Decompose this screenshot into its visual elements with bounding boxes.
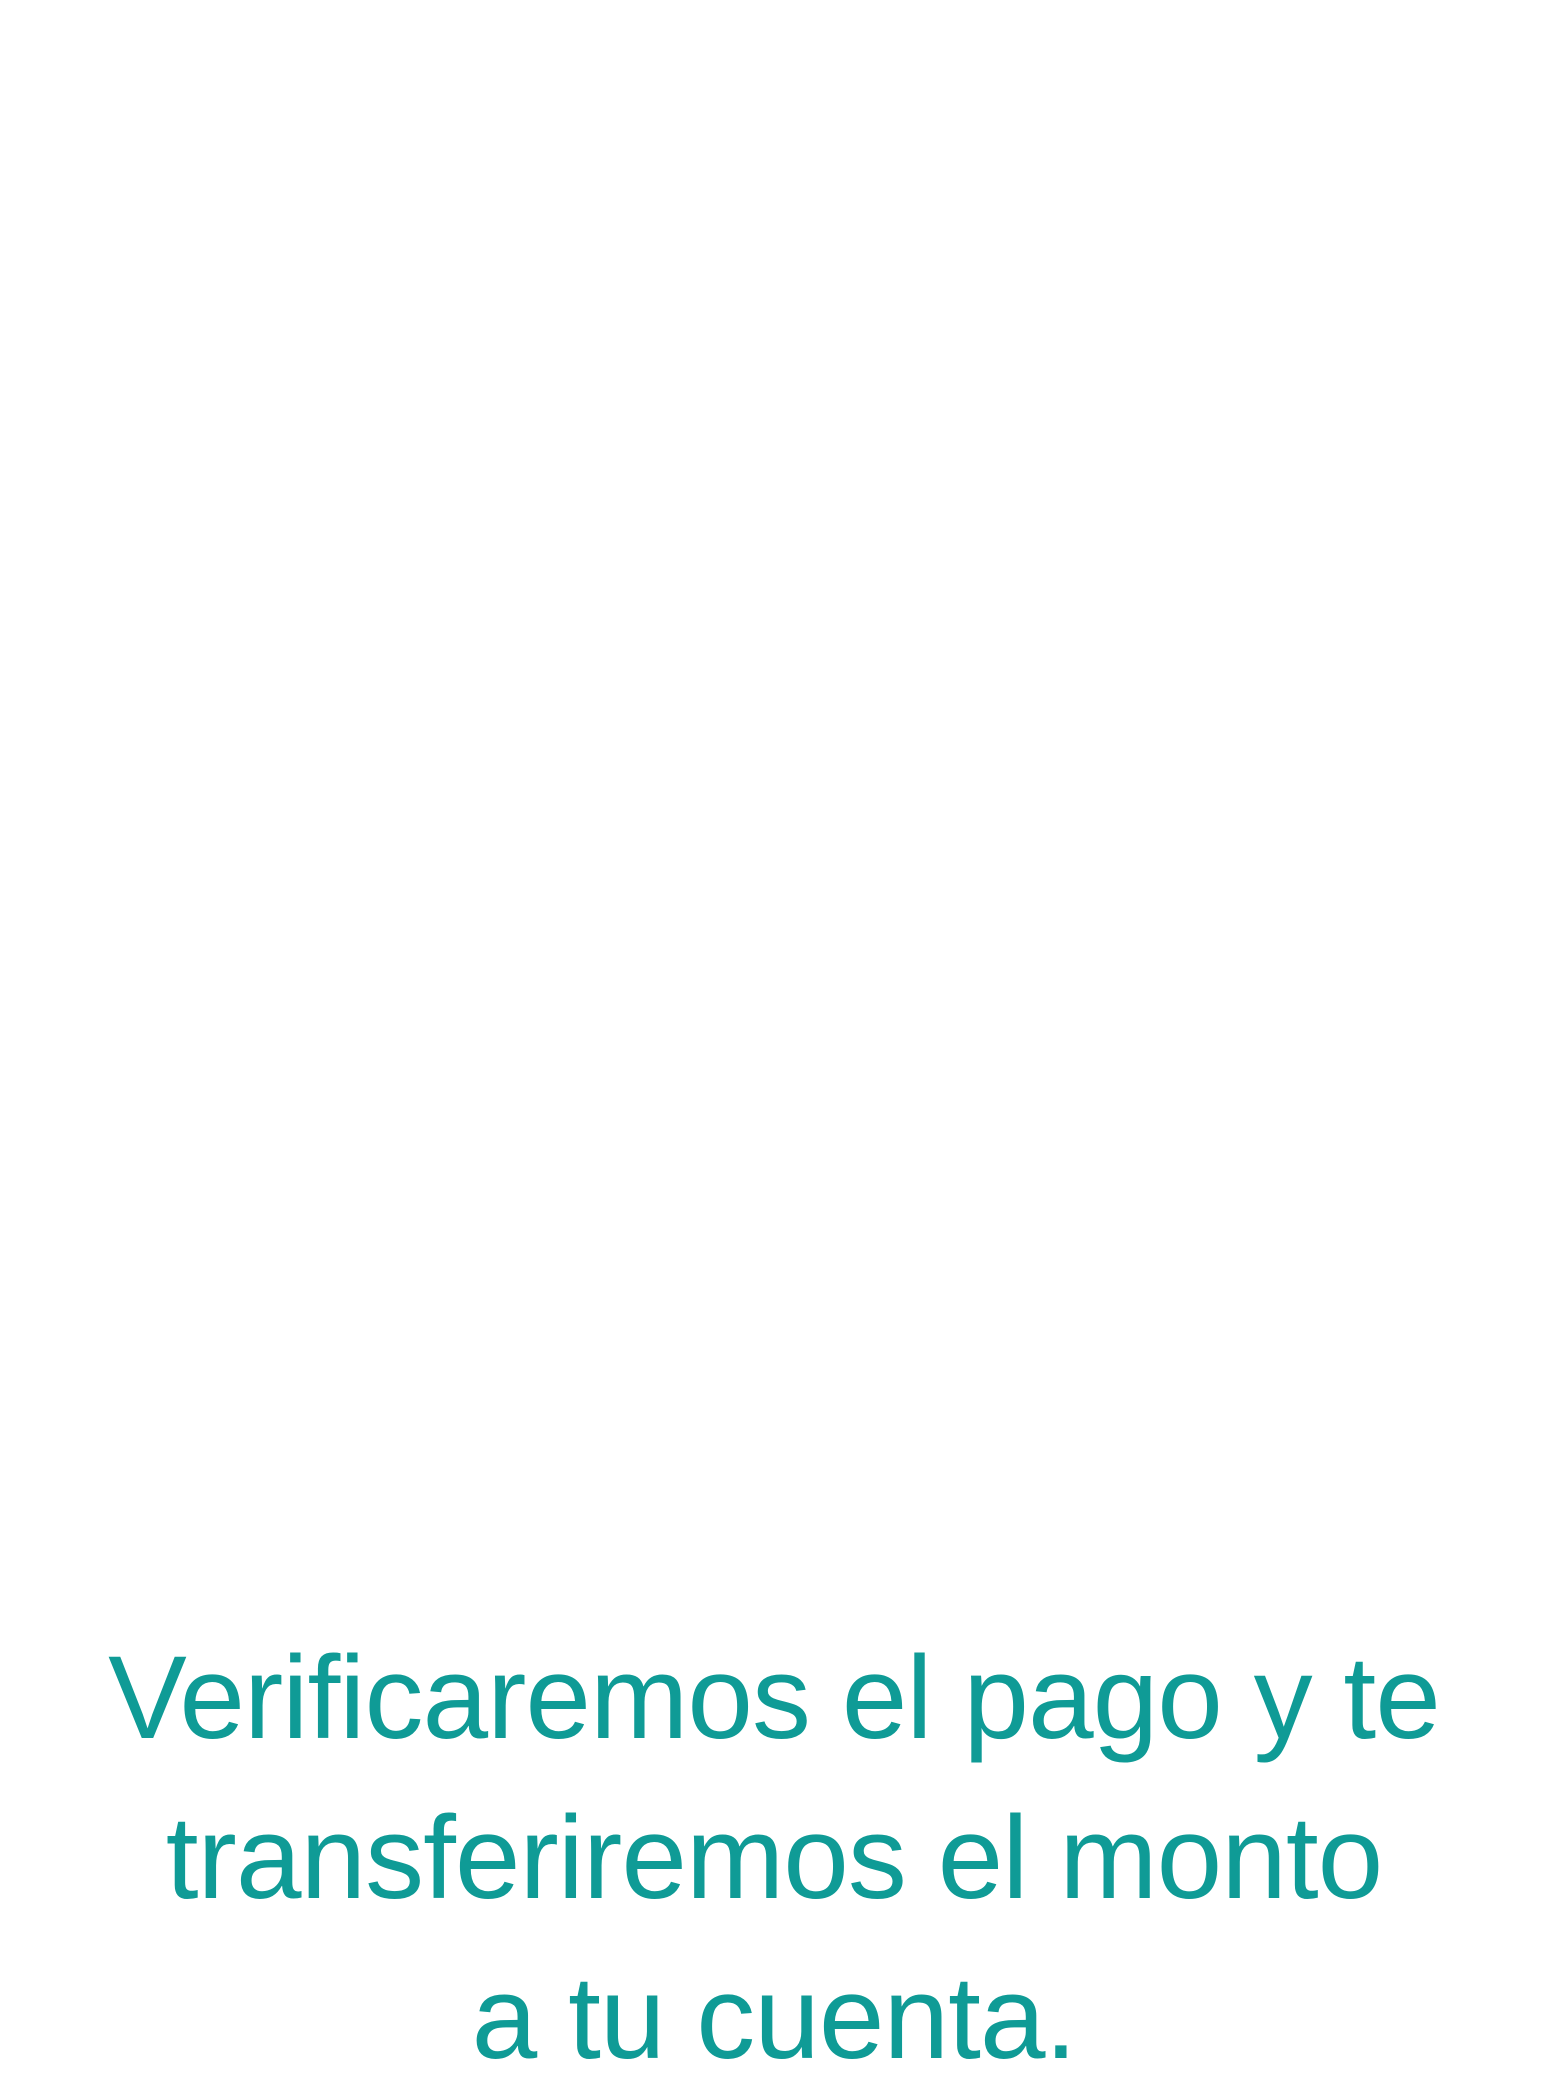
message-line-2: transferiremos el monto [165,1792,1383,1924]
payment-verification-message: Verificaremos el pago y te transferiremo… [0,1618,1548,2098]
message-line-3: a tu cuenta. [471,1952,1078,2084]
message-line-1: Verificaremos el pago y te [108,1632,1441,1764]
confirmation-screen: Verificaremos el pago y te transferiremo… [0,0,1548,2084]
